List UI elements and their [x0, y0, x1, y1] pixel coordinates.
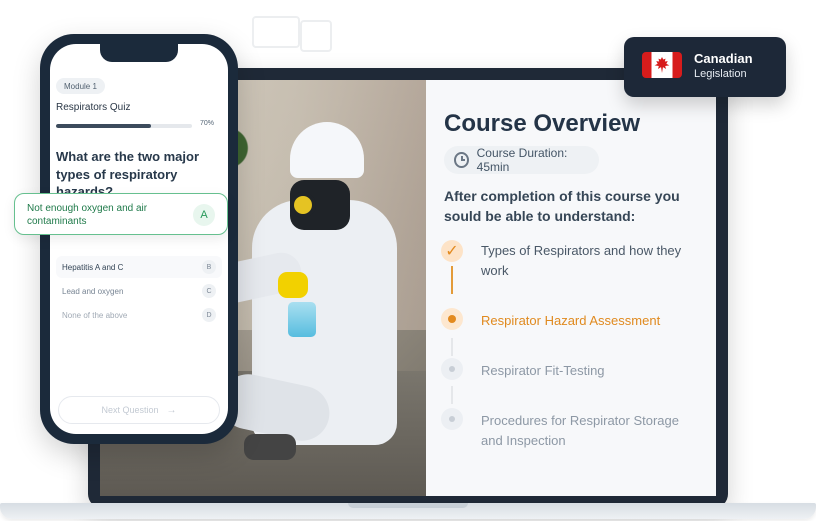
answer-letter-c: C [202, 284, 216, 298]
maple-leaf-icon [654, 57, 670, 73]
course-duration-text: Course Duration: 45min [476, 146, 568, 174]
timeline-line-upcoming-1 [451, 338, 453, 356]
answer-text: Lead and oxygen [62, 286, 124, 296]
answer-letter-b: B [202, 260, 216, 274]
progress-text: 70% [200, 120, 215, 127]
answer-text: Hepatitis A and C [62, 262, 124, 272]
answer-option-d[interactable]: None of the above D [56, 304, 222, 326]
upcoming-step-icon [441, 408, 463, 430]
progress-fill [56, 124, 152, 128]
photo-filter [294, 196, 312, 214]
progress-bar [56, 124, 192, 128]
badge-subtitle: Legislation [694, 68, 747, 80]
selected-answer-text: Not enough oxygen and air contaminants [27, 203, 148, 227]
selected-answer-letter: A [193, 204, 215, 226]
page-title: Course Overview [444, 110, 641, 137]
current-step-icon [441, 308, 463, 330]
answer-letter-d: D [202, 308, 216, 322]
selected-answer-card[interactable]: Not enough oxygen and air contaminants A [14, 193, 228, 235]
canada-flag-icon [642, 52, 682, 78]
check-icon: ✓ [441, 240, 463, 262]
module-pill: Module 1 [56, 78, 105, 94]
course-step-label: Respirator Hazard Assessment [481, 313, 661, 328]
legislation-badge: Canadian Legislation [624, 37, 786, 97]
timeline-line-complete [451, 266, 453, 294]
course-step-label: Types of Respirators and how they work [481, 243, 682, 278]
top-hint [252, 12, 532, 52]
phone-device: Module 1 Respirators Quiz 70% What are t… [40, 34, 238, 444]
quiz-title: Respirators Quiz [56, 102, 131, 113]
course-duration: Course Duration: 45min [444, 146, 599, 174]
next-question-label: Next Question [101, 405, 159, 415]
timeline-line-upcoming-2 [451, 386, 453, 404]
laptop-notch [348, 503, 468, 508]
course-step-label: Procedures for Respirator Storage and In… [481, 413, 679, 448]
answer-option-b[interactable]: Hepatitis A and C B [56, 256, 222, 278]
course-step-label: Respirator Fit-Testing [481, 363, 605, 378]
answer-text: None of the above [62, 310, 128, 320]
devices-icon [252, 12, 334, 52]
photo-boot [244, 434, 296, 460]
tablet-outline-icon [300, 20, 332, 52]
photo-glove [278, 272, 308, 298]
next-question-button[interactable]: Next Question → [58, 396, 220, 424]
photo-bottle [288, 302, 316, 337]
arrow-right-icon: → [166, 404, 177, 416]
phone-screen: Module 1 Respirators Quiz 70% What are t… [50, 44, 228, 434]
answer-option-c[interactable]: Lead and oxygen C [56, 280, 222, 302]
upcoming-step-icon [441, 358, 463, 380]
course-overview-panel: Course Overview Course Duration: 45min A… [426, 80, 716, 496]
phone-notch [100, 44, 178, 62]
clock-icon [454, 152, 469, 168]
laptop-outline-icon [252, 16, 300, 48]
badge-title: Canadian [694, 51, 753, 66]
course-intro: After completion of this course you soul… [444, 188, 680, 225]
